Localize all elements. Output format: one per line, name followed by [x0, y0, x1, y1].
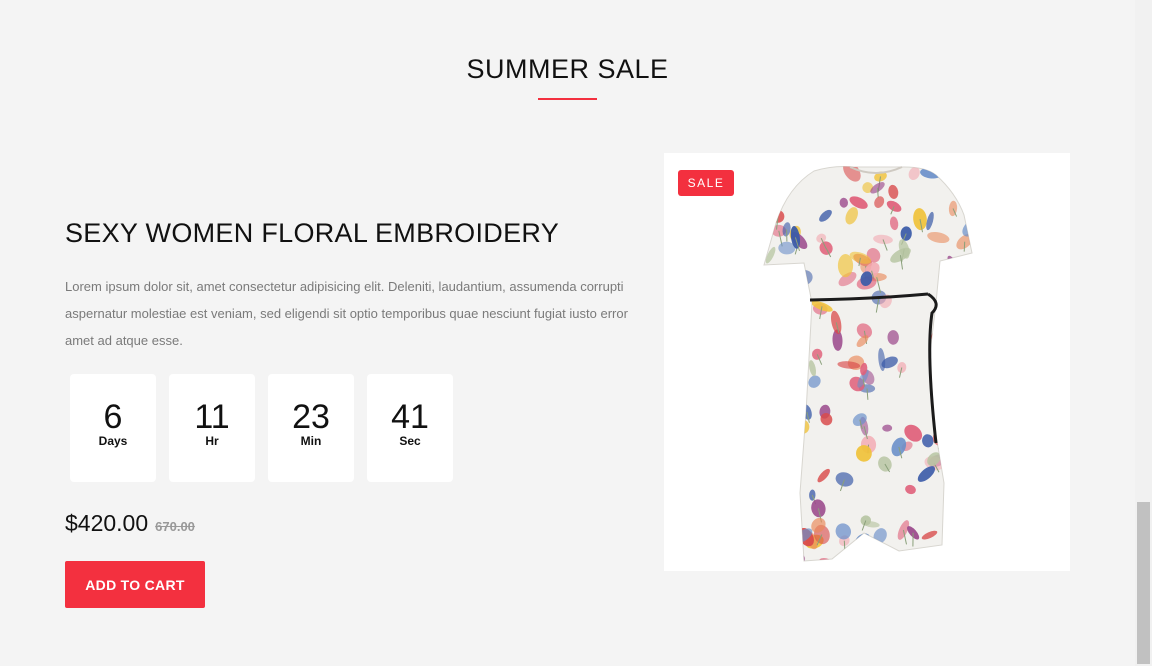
summer-sale-section: SUMMER SALE SEXY WOMEN FLORAL EMBROIDERY…	[0, 0, 1152, 666]
old-price: 670.00	[155, 519, 195, 534]
countdown-label: Sec	[399, 434, 421, 448]
countdown-days: 6 Days	[70, 374, 156, 482]
product-description: Lorem ipsum dolor sit, amet consectetur …	[65, 279, 628, 348]
scrollbar-thumb[interactable]	[1137, 502, 1150, 664]
current-price: $420.00	[65, 510, 149, 536]
countdown-timer: 6 Days 11 Hr 23 Min 41 Sec	[70, 374, 466, 482]
countdown-value: 11	[194, 398, 230, 436]
countdown-seconds: 41 Sec	[367, 374, 453, 482]
product-name: SEXY WOMEN FLORAL EMBROIDERY	[65, 218, 560, 248]
countdown-label: Days	[98, 434, 128, 448]
countdown-hours: 11 Hr	[169, 374, 255, 482]
countdown-label: Min	[300, 434, 322, 448]
price-row: $420.00 670.00	[65, 510, 195, 537]
countdown-value: 6	[103, 398, 123, 436]
countdown-value: 23	[292, 398, 330, 436]
title-underline	[538, 98, 597, 100]
countdown-minutes: 23 Min	[268, 374, 354, 482]
product-image-card[interactable]: SALE	[664, 153, 1070, 571]
sale-badge: SALE	[678, 170, 734, 196]
countdown-value: 41	[391, 398, 429, 436]
add-to-cart-button[interactable]: ADD TO CART	[65, 561, 205, 608]
floral-dress-image	[763, 166, 973, 562]
page-scrollbar[interactable]	[1135, 0, 1152, 666]
section-title: SUMMER SALE	[466, 54, 669, 84]
countdown-label: Hr	[205, 434, 219, 448]
